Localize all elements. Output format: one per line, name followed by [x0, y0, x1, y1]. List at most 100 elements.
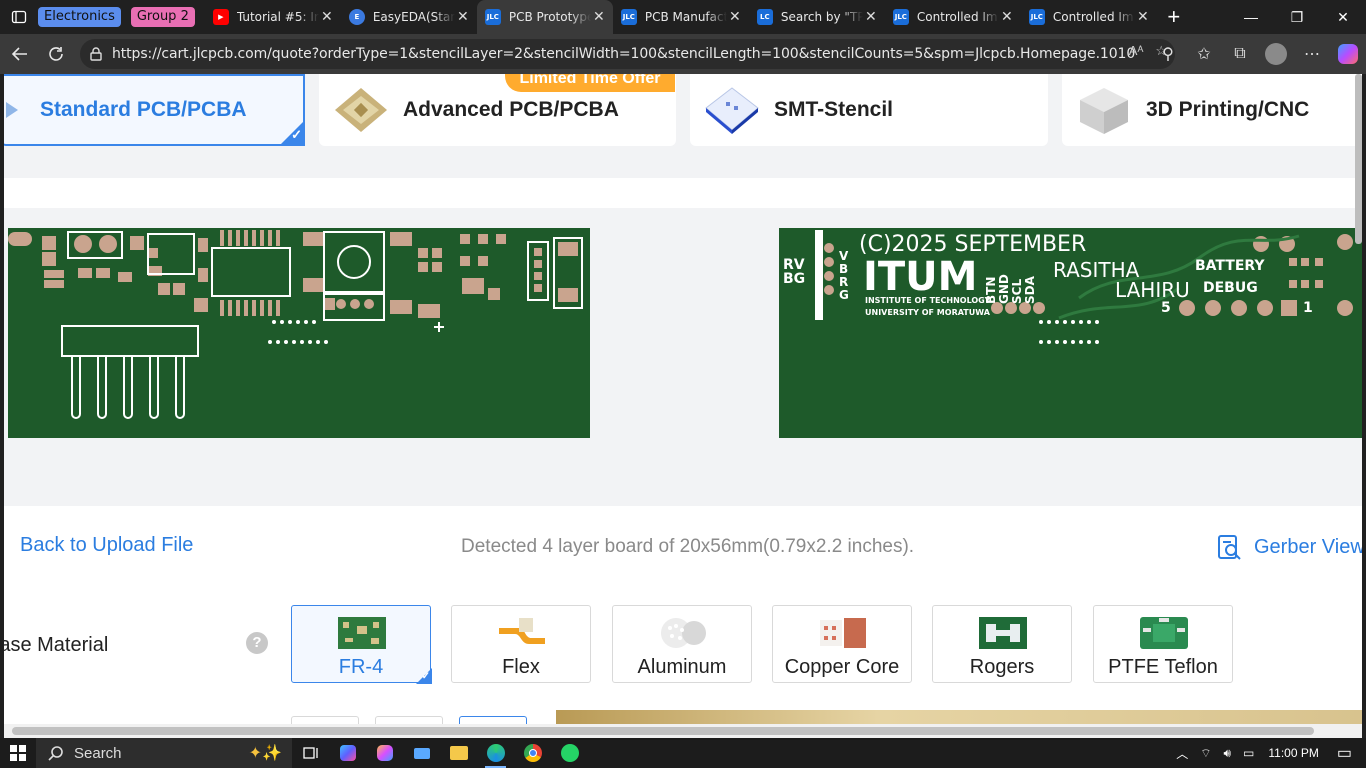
keyboard-icon[interactable]	[403, 738, 440, 768]
silk-sub1: INSTITUTE OF TECHNOLOGY	[865, 296, 991, 305]
tab-easyeda[interactable]: E EasyEDA(Stand ✕	[341, 0, 477, 34]
tab-controlled-1[interactable]: JLC Controlled Im ✕	[885, 0, 1021, 34]
vertical-scrollbar[interactable]	[1355, 74, 1362, 244]
tab-title: EasyEDA(Stand	[372, 10, 455, 24]
collections-icon[interactable]: ⧉	[1222, 36, 1258, 72]
refresh-icon[interactable]	[38, 36, 74, 72]
close-tab-icon[interactable]: ✕	[999, 9, 1015, 25]
silk-rvbg: RV BG	[783, 257, 806, 287]
category-standard-pcb[interactable]: Standard PCB/PCBA ✓	[4, 74, 305, 146]
detected-board-info: Detected 4 layer board of 20x56mm(0.79x2…	[461, 536, 915, 557]
favorites-icon[interactable]: ✩	[1186, 36, 1222, 72]
minimize-icon[interactable]: ―	[1228, 0, 1274, 34]
check-icon: ✓	[291, 127, 302, 142]
chevron-up-icon[interactable]: ︿	[1176, 745, 1188, 762]
restore-icon[interactable]: ❐	[1274, 0, 1320, 34]
tab-title: Search by "TPS	[780, 10, 863, 24]
new-tab-icon[interactable]: +	[1157, 0, 1191, 34]
upload-actions: Back to Upload File Detected 4 layer boa…	[4, 506, 1362, 586]
material-option-flex[interactable]: Flex	[451, 605, 591, 683]
extensions-icon[interactable]: ⚲	[1150, 36, 1186, 72]
battery-icon[interactable]: ▭	[1243, 746, 1254, 760]
tab-youtube[interactable]: ▶ Tutorial #5: Im ✕	[205, 0, 341, 34]
ptfe-pcb-icon	[1140, 617, 1188, 649]
copilot-app-icon[interactable]	[329, 738, 366, 768]
category-label: Standard PCB/PCBA	[40, 98, 247, 121]
material-option-fr4[interactable]: FR-4 ✓	[291, 605, 432, 684]
whatsapp-icon[interactable]	[551, 738, 588, 768]
help-icon[interactable]: ?	[246, 632, 268, 654]
material-option-rogers[interactable]: Rogers	[932, 605, 1072, 683]
tab-title: PCB Prototype	[508, 10, 591, 24]
category-3d-printing[interactable]: 3D Printing/CNC	[1062, 74, 1362, 146]
close-tab-icon[interactable]: ✕	[455, 9, 471, 25]
material-option-aluminum[interactable]: Aluminum	[612, 605, 752, 683]
3d-cube-icon	[1080, 88, 1128, 134]
material-option-copper-core[interactable]: Copper Core	[772, 605, 912, 683]
tab-title: Controlled Im	[1052, 10, 1134, 24]
tab-controlled-2[interactable]: JLC Controlled Im ✕	[1021, 0, 1157, 34]
more-menu-icon[interactable]: ⋯	[1294, 36, 1330, 72]
close-tab-icon[interactable]: ✕	[727, 9, 743, 25]
wifi-icon[interactable]: ⌔	[1200, 746, 1211, 761]
tab-search-tps[interactable]: LC Search by "TPS ✕	[749, 0, 885, 34]
search-label: Search	[74, 744, 122, 762]
close-tab-icon[interactable]: ✕	[319, 9, 335, 25]
silk-debug: DEBUG	[1203, 280, 1258, 296]
fr4-board-icon	[338, 617, 386, 649]
read-aloud-icon[interactable]: Aᴬ	[1129, 43, 1144, 59]
profile-avatar[interactable]	[1258, 36, 1294, 72]
file-explorer-icon[interactable]	[440, 738, 477, 768]
rogers-pcb-icon	[979, 617, 1027, 649]
category-smt-stencil[interactable]: SMT-Stencil	[690, 74, 1048, 146]
copper-core-icon	[820, 618, 866, 648]
clock-time[interactable]: 11:00 PM	[1268, 746, 1318, 760]
search-icon	[48, 746, 63, 761]
notification-icon[interactable]: ▭	[1337, 743, 1352, 763]
copilot-icon[interactable]	[366, 738, 403, 768]
silk-vbrg: VBRG	[839, 249, 849, 302]
silk-battery: BATTERY	[1195, 258, 1265, 274]
volume-icon[interactable]: 🔊︎	[1223, 746, 1231, 761]
silk-pin5: 5	[1161, 300, 1171, 316]
pcb-board-icon	[6, 102, 18, 118]
close-tab-icon[interactable]: ✕	[591, 9, 607, 25]
horizontal-scrollbar[interactable]	[4, 724, 1362, 738]
browser-toolbar: https://cart.jlcpcb.com/quote?orderType=…	[0, 34, 1366, 74]
tab-group-2[interactable]: Group 2	[130, 7, 195, 27]
address-bar[interactable]: https://cart.jlcpcb.com/quote?orderType=…	[80, 39, 1175, 69]
gerber-viewer-link[interactable]: Gerber Viewer	[1216, 534, 1362, 560]
category-label: 3D Printing/CNC	[1146, 98, 1310, 121]
taskbar-search[interactable]: Search ✦✨	[36, 738, 292, 768]
tab-pcb-manufact[interactable]: JLC PCB Manufact ✕	[613, 0, 749, 34]
close-window-icon[interactable]: ✕	[1320, 0, 1366, 34]
pcb-top-preview	[8, 228, 590, 438]
windows-start-icon[interactable]	[0, 738, 36, 768]
close-tab-icon[interactable]: ✕	[863, 9, 879, 25]
copilot-icon[interactable]	[1330, 36, 1366, 72]
edge-browser-icon[interactable]	[477, 738, 514, 768]
material-label: PTFE Teflon	[1108, 656, 1218, 678]
silk-pin1: 1	[1303, 300, 1313, 316]
back-to-upload-link[interactable]: Back to Upload File	[20, 534, 193, 557]
close-tab-icon[interactable]: ✕	[1135, 9, 1151, 25]
scrollbar-thumb[interactable]	[12, 727, 1314, 735]
url-text[interactable]: https://cart.jlcpcb.com/quote?orderType=…	[112, 46, 1135, 62]
tab-group-electronics[interactable]: Electronics	[38, 7, 121, 27]
jlc-icon: JLC	[1028, 9, 1045, 25]
gerber-viewer-label: Gerber Viewer	[1254, 535, 1362, 558]
material-label: Rogers	[969, 656, 1035, 678]
chrome-icon[interactable]	[514, 738, 551, 768]
material-label: Flex	[502, 656, 540, 678]
tab-actions-icon[interactable]	[0, 0, 38, 34]
gerber-preview: RV BG VBRG (C)2025 SEPTEMBER ITUM INSTIT…	[4, 208, 1362, 506]
material-option-ptfe-teflon[interactable]: PTFE Teflon	[1093, 605, 1233, 683]
system-tray: ︿ ⌔ 🔊︎ ▭ 11:00 PM ▭	[1170, 738, 1366, 768]
back-arrow-icon[interactable]	[2, 36, 38, 72]
task-view-icon[interactable]	[292, 738, 329, 768]
category-advanced-pcb[interactable]: Limited Time Offer Advanced PCB/PCBA	[319, 74, 676, 146]
tab-pcb-prototype[interactable]: JLC PCB Prototype ✕	[476, 0, 613, 34]
material-label: Copper Core	[784, 656, 900, 678]
promo-badge: Limited Time Offer	[505, 74, 675, 92]
lock-icon[interactable]	[88, 46, 104, 62]
